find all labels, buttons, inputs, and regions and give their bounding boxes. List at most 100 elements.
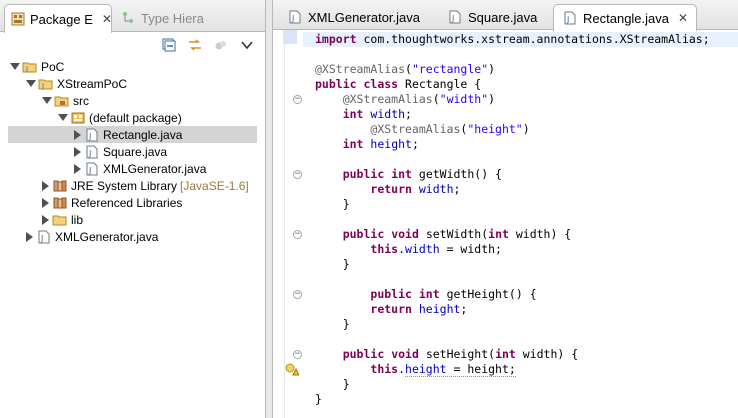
svg-text:J: J (40, 234, 43, 243)
editor-tabbar: J XMLGenerator.java J Square.java J Rect… (273, 0, 738, 31)
tree-item[interactable]: J Rectangle.java (8, 126, 257, 143)
tree-item-label: Referenced Libraries (71, 195, 183, 210)
library-icon (52, 195, 68, 211)
code-line[interactable]: return width; (315, 182, 460, 197)
collapse-all-icon[interactable] (161, 37, 177, 53)
expand-open-icon[interactable] (42, 97, 52, 104)
code-line[interactable]: public int getWidth() { (315, 167, 502, 182)
editor-tab-xmlgenerator[interactable]: J XMLGenerator.java (279, 4, 428, 30)
tree-item-label: (default package) (89, 110, 182, 125)
java-editor: J XMLGenerator.java J Square.java J Rect… (272, 0, 738, 418)
code-line[interactable]: } (315, 257, 350, 272)
tree-item[interactable]: Referenced Libraries (8, 194, 257, 211)
code-line[interactable]: import com.thoughtworks.xstream.annotati… (303, 32, 738, 47)
filter-icon[interactable] (213, 37, 229, 53)
view-menu-icon[interactable] (239, 37, 255, 53)
project-icon: J (38, 76, 54, 92)
link-with-editor-icon[interactable] (187, 37, 203, 53)
fold-collapse-icon[interactable]: − (293, 290, 302, 299)
expand-closed-icon[interactable] (42, 197, 49, 208)
svg-text:J: J (88, 166, 91, 175)
tree-item-label: src (73, 93, 89, 108)
package-explorer-icon (11, 11, 25, 27)
code-line[interactable]: public void setWidth(int width) { (315, 227, 572, 242)
expand-closed-icon[interactable] (74, 146, 81, 157)
tree-item-decoration: [JavaSE-1.6] (180, 178, 249, 193)
expand-open-icon[interactable] (10, 63, 20, 70)
code-line[interactable]: public void setHeight(int width) { (315, 347, 578, 362)
expand-closed-icon[interactable] (26, 231, 33, 242)
java-file-icon: J (287, 9, 303, 25)
warning-icon[interactable] (285, 362, 300, 376)
code-line[interactable]: return height; (315, 302, 467, 317)
package-explorer-view: Package E ✕ Type Hiera J PoC J XStreamPoC sr… (0, 0, 266, 418)
tree-item[interactable]: J XStreamPoC (8, 75, 257, 92)
folder-icon (52, 212, 68, 228)
code-line[interactable]: public class Rectangle { (315, 77, 481, 92)
tree-item-label: XMLGenerator.java (55, 229, 159, 244)
tab-label: Square.java (468, 9, 538, 25)
tree-item-label: JRE System Library (71, 178, 178, 193)
code-line[interactable]: int height; (315, 137, 419, 152)
svg-text:J: J (451, 14, 454, 23)
code-line[interactable]: this.width = width; (315, 242, 502, 257)
code-line[interactable]: int width; (315, 107, 412, 122)
tree-item[interactable]: J XMLGenerator.java (8, 160, 257, 177)
code-line[interactable]: @XStreamAlias("height") (315, 122, 529, 137)
java-file-icon: J (447, 9, 463, 25)
fold-collapse-icon[interactable]: − (293, 350, 302, 359)
java-file-icon: J (562, 10, 578, 26)
code-line[interactable]: } (315, 197, 350, 212)
tree-item-label: lib (71, 212, 84, 227)
tab-type-hierarchy[interactable]: Type Hiera (114, 4, 220, 32)
tree-item[interactable]: (default package) (8, 109, 257, 126)
tree-item[interactable]: src (8, 92, 257, 109)
tree-item[interactable]: J XMLGenerator.java (8, 228, 257, 245)
project-icon: J (22, 59, 38, 75)
tree-item-label: Square.java (103, 144, 168, 159)
expand-closed-icon[interactable] (74, 129, 81, 140)
fold-collapse-icon[interactable]: − (293, 170, 302, 179)
editor-tab-square[interactable]: J Square.java (439, 4, 545, 30)
svg-text:J: J (41, 82, 44, 90)
java-file-icon: J (36, 229, 52, 245)
tab-label: Rectangle.java (583, 10, 669, 26)
svg-text:J: J (25, 65, 28, 73)
package-icon (70, 110, 86, 126)
code-line[interactable]: @XStreamAlias("width") (315, 92, 495, 107)
svg-text:J: J (291, 14, 294, 23)
tree-item[interactable]: J Square.java (8, 143, 257, 160)
editor-tab-rectangle[interactable]: J Rectangle.java ✕ (553, 4, 698, 31)
tree-item-label: PoC (41, 59, 65, 74)
expand-closed-icon[interactable] (42, 214, 49, 225)
code-area[interactable]: import com.thoughtworks.xstream.annotati… (273, 30, 738, 418)
tree-item[interactable]: lib (8, 211, 257, 228)
java-file-icon: J (84, 161, 100, 177)
code-line[interactable]: @XStreamAlias("rectangle") (315, 62, 495, 77)
tree-item-label: XMLGenerator.java (103, 161, 207, 176)
tree-item-label: Rectangle.java (103, 127, 183, 142)
code-line[interactable]: public int getHeight() { (315, 287, 536, 302)
expand-open-icon[interactable] (58, 114, 68, 121)
tab-label: XMLGenerator.java (308, 9, 421, 25)
fold-collapse-icon[interactable]: − (293, 95, 302, 104)
tab-label: Type Hiera (141, 10, 204, 26)
tree-item[interactable]: JRE System Library [JavaSE-1.6] (8, 177, 257, 194)
close-icon[interactable]: ✕ (678, 11, 688, 25)
expand-closed-icon[interactable] (42, 180, 49, 191)
expand-open-icon[interactable] (26, 80, 36, 87)
fold-collapse-icon[interactable]: − (293, 230, 302, 239)
code-line[interactable]: } (315, 317, 350, 332)
svg-text:J: J (566, 15, 569, 24)
source-folder-icon (54, 93, 70, 109)
code-line[interactable]: } (315, 377, 350, 392)
expand-closed-icon[interactable] (74, 163, 81, 174)
tab-package-explorer[interactable]: Package E ✕ (4, 4, 112, 33)
tab-label: Package E (30, 11, 93, 27)
code-line[interactable]: } (315, 392, 322, 407)
tree-item[interactable]: J PoC (8, 58, 257, 75)
svg-text:J: J (88, 149, 91, 158)
view-tabbar: Package E ✕ Type Hiera (0, 0, 265, 33)
close-icon[interactable]: ✕ (102, 12, 111, 26)
code-line[interactable]: this.height = height; (315, 362, 516, 377)
